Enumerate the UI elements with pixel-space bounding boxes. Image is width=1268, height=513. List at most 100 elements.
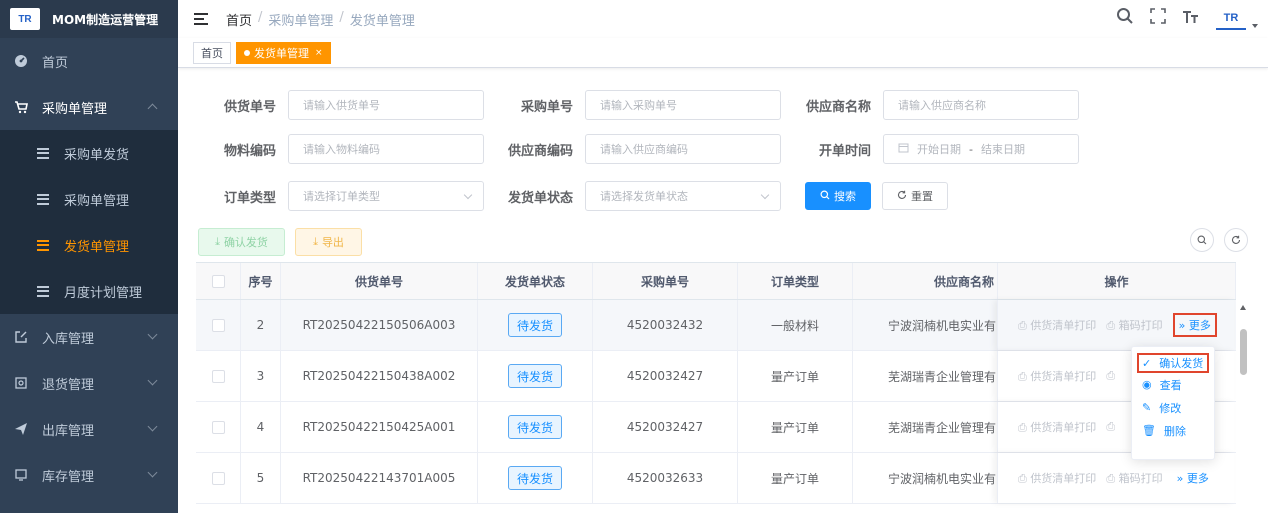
supply-no-input[interactable]: 请输入供货单号 bbox=[288, 90, 484, 120]
navbar-actions: TR bbox=[1116, 7, 1258, 30]
field-label: 供货单号 bbox=[223, 99, 276, 115]
export-button[interactable]: ⤓ 导出 bbox=[295, 228, 362, 256]
app-title: MOM制造运营管理 bbox=[52, 12, 159, 27]
purchase-no-input[interactable]: 请输入采购单号 bbox=[585, 90, 781, 120]
scroll-thumb[interactable] bbox=[1240, 329, 1247, 375]
avatar[interactable]: TR bbox=[1216, 8, 1246, 30]
cart-icon bbox=[14, 100, 28, 114]
sidebar-item-inbound[interactable]: 入库管理 bbox=[0, 314, 178, 360]
sidebar-item-home[interactable]: 首页 bbox=[0, 38, 178, 84]
delete-icon: 🗑 bbox=[1142, 424, 1156, 437]
reset-button[interactable]: 重置 bbox=[882, 182, 948, 210]
export-label: 导出 bbox=[321, 236, 344, 249]
breadcrumb-purchase: 采购单管理 bbox=[268, 13, 334, 29]
table-row[interactable]: 4 RT20250422150425A001 待发货 4520032427 量产… bbox=[196, 402, 1236, 453]
supplier-name-input[interactable]: 请输入供应商名称 bbox=[883, 90, 1079, 120]
menu-item-edit[interactable]: ✎ 修改 bbox=[1132, 396, 1214, 419]
app-logo-bar: TR MOM制造运营管理 bbox=[0, 0, 178, 38]
menu-item-label: 修改 bbox=[1159, 401, 1182, 415]
field-label: 发货单状态 bbox=[507, 190, 573, 206]
menu-item-delete[interactable]: 🗑 删除 bbox=[1132, 419, 1214, 442]
row-checkbox[interactable] bbox=[211, 471, 225, 485]
select-all-cell bbox=[196, 263, 241, 299]
main-area: 首页 / 采购单管理 / 发货单管理 TR 首页 发货单管理 × 供货单号 请输… bbox=[178, 0, 1268, 513]
chevron-down-icon bbox=[760, 190, 770, 200]
chevron-down-icon bbox=[147, 375, 158, 386]
print-box-link[interactable]: ⎙ 箱码打印 bbox=[1106, 470, 1162, 486]
supplier-code-input[interactable]: 请输入供应商编码 bbox=[585, 134, 781, 164]
confirm-ship-button[interactable]: ⤓ 确认发货 bbox=[198, 228, 285, 256]
row-checkbox[interactable] bbox=[211, 420, 225, 434]
more-dropdown-menu: ✓ 确认发货 ◉ 查看 ✎ 修改 🗑 删除 bbox=[1131, 346, 1215, 460]
status-select[interactable]: 请选择发货单状态 bbox=[585, 181, 781, 211]
date-range-input[interactable]: 开始日期 - 结束日期 bbox=[883, 134, 1079, 164]
cell-index: 2 bbox=[241, 300, 281, 350]
print-box-link[interactable]: ⎙ 箱码打印 bbox=[1106, 317, 1162, 333]
table-row[interactable]: 2 RT20250422150506A003 待发货 4520032432 一般… bbox=[196, 300, 1236, 351]
print-list-link[interactable]: ⎙ 供货清单打印 bbox=[1018, 419, 1096, 435]
status-badge: 待发货 bbox=[507, 364, 562, 388]
search-icon bbox=[1197, 235, 1207, 245]
tag-home[interactable]: 首页 bbox=[193, 41, 231, 64]
search-button-label: 搜索 bbox=[834, 190, 856, 203]
field-open-time: 开单时间 开始日期 - 结束日期 bbox=[813, 133, 1079, 165]
status-badge: 待发货 bbox=[507, 466, 562, 490]
sidebar-item-purchase-delivery[interactable]: 采购单发货 bbox=[0, 130, 178, 176]
search-button[interactable]: 搜索 bbox=[805, 182, 871, 210]
print-box-link[interactable]: ⎙ bbox=[1106, 420, 1115, 434]
table-scrollbar[interactable] bbox=[1236, 299, 1252, 513]
sidebar-item-purchase-orders[interactable]: 采购单管理 bbox=[0, 176, 178, 222]
order-type-select[interactable]: 请选择订单类型 bbox=[288, 181, 484, 211]
toggle-search-button[interactable] bbox=[1190, 228, 1214, 252]
inventory-icon bbox=[14, 468, 28, 482]
cell-order-type: 量产订单 bbox=[738, 453, 853, 503]
sidebar-item-monthly-plan[interactable]: 月度计划管理 bbox=[0, 268, 178, 314]
cell-purchase-no: 4520032432 bbox=[593, 300, 738, 350]
close-icon[interactable]: × bbox=[315, 48, 323, 58]
table-row[interactable]: 5 RT20250422143701A005 待发货 4520032633 量产… bbox=[196, 453, 1236, 504]
chevron-up-icon bbox=[147, 103, 158, 114]
more-button[interactable]: » 更多 bbox=[1172, 313, 1217, 337]
tag-shipment-management[interactable]: 发货单管理 × bbox=[236, 41, 331, 64]
printer-icon: ⎙ bbox=[1106, 420, 1116, 433]
menu-item-label: 查看 bbox=[1159, 378, 1182, 392]
print-list-link[interactable]: ⎙ 供货清单打印 bbox=[1018, 368, 1096, 384]
sidebar-item-inventory[interactable]: 库存管理 bbox=[0, 452, 178, 498]
sidebar-item-outbound[interactable]: 出库管理 bbox=[0, 406, 178, 452]
col-supply-no: 供货单号 bbox=[281, 263, 478, 299]
app-logo: TR bbox=[10, 8, 40, 30]
row-checkbox[interactable] bbox=[211, 318, 225, 332]
select-placeholder: 请选择发货单状态 bbox=[600, 190, 688, 203]
search-icon[interactable] bbox=[1116, 7, 1134, 30]
field-label: 物料编码 bbox=[223, 143, 276, 159]
table-row[interactable]: 3 RT20250422150438A002 待发货 4520032427 量产… bbox=[196, 351, 1236, 402]
tag-label: 发货单管理 bbox=[254, 46, 309, 60]
scroll-up-icon[interactable] bbox=[1240, 305, 1246, 310]
menu-item-view[interactable]: ◉ 查看 bbox=[1132, 373, 1214, 396]
cell-purchase-no: 4520032427 bbox=[593, 351, 738, 401]
caret-down-icon[interactable] bbox=[1252, 23, 1258, 28]
more-label: 更多 bbox=[1188, 319, 1211, 332]
row-checkbox[interactable] bbox=[211, 369, 225, 383]
sidebar-item-label: 入库管理 bbox=[42, 331, 95, 347]
cell-purchase-no: 4520032427 bbox=[593, 402, 738, 452]
print-list-link[interactable]: ⎙ 供货清单打印 bbox=[1018, 470, 1096, 486]
select-all-checkbox[interactable] bbox=[211, 274, 225, 288]
more-button[interactable]: » 更多 bbox=[1173, 466, 1213, 490]
menu-toggle-icon[interactable] bbox=[194, 13, 208, 25]
material-code-input[interactable]: 请输入物料编码 bbox=[288, 134, 484, 164]
print-box-link[interactable]: ⎙ bbox=[1106, 369, 1115, 383]
date-separator: - bbox=[969, 142, 973, 156]
sidebar-item-returns[interactable]: 退货管理 bbox=[0, 360, 178, 406]
sidebar-item-purchase-management[interactable]: 采购单管理 bbox=[0, 84, 178, 130]
menu-item-confirm-ship[interactable]: ✓ 确认发货 bbox=[1137, 353, 1209, 373]
sidebar-item-shipment-management[interactable]: 发货单管理 bbox=[0, 222, 178, 268]
printer-icon: ⎙ bbox=[1106, 369, 1116, 382]
fullscreen-icon[interactable] bbox=[1150, 8, 1166, 29]
font-size-icon[interactable] bbox=[1182, 8, 1200, 29]
print-list-link[interactable]: ⎙ 供货清单打印 bbox=[1018, 317, 1096, 333]
breadcrumb-home[interactable]: 首页 bbox=[226, 10, 252, 29]
refresh-button[interactable] bbox=[1224, 228, 1248, 252]
col-ops: 操作 bbox=[997, 263, 1236, 299]
menu-item-label: 确认发货 bbox=[1159, 357, 1204, 370]
